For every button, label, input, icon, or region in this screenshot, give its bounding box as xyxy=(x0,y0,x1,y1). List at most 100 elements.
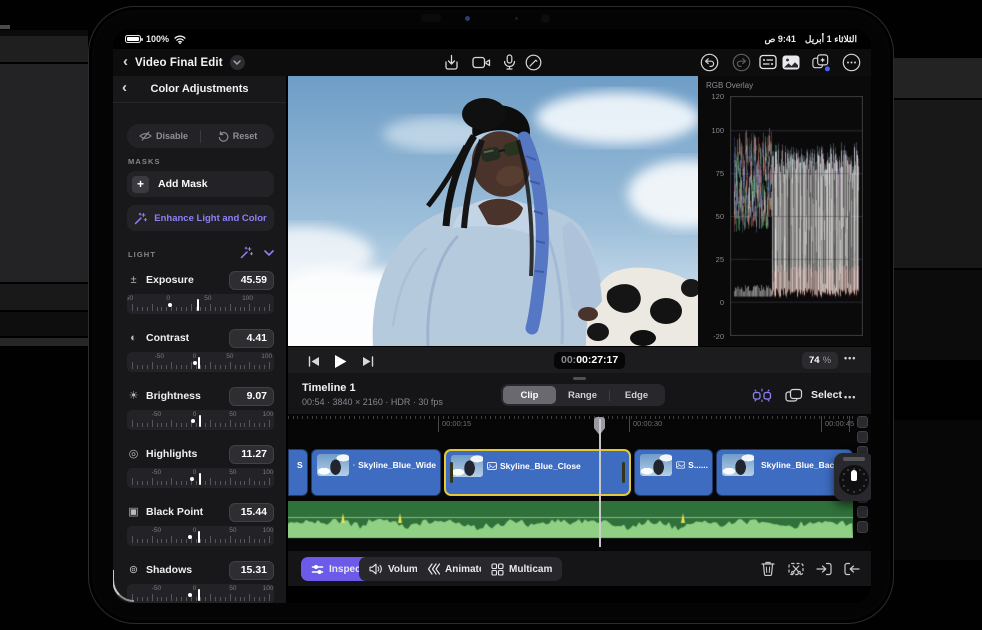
exposure-slider[interactable]: -50 0 50 100 xyxy=(127,294,274,314)
browser-icon[interactable] xyxy=(758,52,778,72)
tick xyxy=(229,420,231,427)
back-chevron-icon[interactable]: ‹ xyxy=(123,54,128,69)
ruler-tick xyxy=(537,416,539,419)
snapping-icon[interactable] xyxy=(752,385,772,405)
tick xyxy=(176,481,178,485)
zoom-slider-segment[interactable] xyxy=(857,416,868,428)
tick xyxy=(190,362,192,369)
ruler-tick xyxy=(302,416,304,419)
ruler-tick xyxy=(367,416,369,419)
skip-forward-icon[interactable] xyxy=(358,351,378,371)
highlights-slider[interactable]: -50 0 50 100 xyxy=(127,468,274,488)
tick xyxy=(249,362,251,369)
tick xyxy=(229,536,231,543)
clip-sk[interactable]: Sk...... xyxy=(288,449,308,496)
play-button[interactable] xyxy=(330,351,350,371)
trim-handle-right[interactable] xyxy=(622,462,625,483)
tick xyxy=(215,597,217,601)
ruler-tick xyxy=(372,416,374,419)
tick xyxy=(224,481,226,485)
mode-edge[interactable]: Edge xyxy=(610,386,663,404)
blade-icon[interactable] xyxy=(787,560,804,577)
exposure-value[interactable]: 45.59 xyxy=(229,270,274,290)
shadows-slider[interactable]: -50 0 50 100 xyxy=(127,584,274,603)
slider-handle[interactable] xyxy=(197,299,200,311)
tick xyxy=(224,539,226,543)
trash-icon[interactable] xyxy=(759,560,776,577)
overwrite-clip-icon[interactable] xyxy=(843,560,860,577)
reset-label: Reset xyxy=(232,131,258,141)
zoom-slider-segment[interactable] xyxy=(857,506,868,518)
viewer[interactable] xyxy=(288,76,698,346)
clip-skyline_blue_wide[interactable]: Skyline_Blue_Wide xyxy=(311,449,441,496)
auto-enhance-icon[interactable] xyxy=(240,246,253,259)
slider-handle[interactable] xyxy=(198,473,201,485)
add-mask-button[interactable]: + Add Mask xyxy=(127,171,274,197)
black-point-icon: ▣ xyxy=(128,505,139,518)
black-point-slider[interactable]: -50 0 50 100 xyxy=(127,526,274,546)
viewer-more-icon[interactable]: ••• xyxy=(844,353,856,363)
title-dropdown-button[interactable] xyxy=(229,55,245,70)
jog-wheel-panel[interactable] xyxy=(834,453,871,501)
plus-icon: + xyxy=(132,175,149,193)
slider-handle[interactable] xyxy=(198,415,201,427)
jog-dial[interactable] xyxy=(839,465,869,495)
effects-icon[interactable] xyxy=(811,52,831,72)
multicam-button[interactable]: Multicam xyxy=(481,557,563,581)
slider-handle[interactable] xyxy=(198,531,201,543)
tick xyxy=(210,304,212,311)
zoom-slider-segment[interactable] xyxy=(857,431,868,443)
ruler-tick xyxy=(339,416,341,419)
ruler-tick xyxy=(330,416,332,419)
select-tool-icon[interactable] xyxy=(784,385,804,405)
project-title[interactable]: Video Final Edit xyxy=(135,57,223,69)
import-icon[interactable] xyxy=(441,52,461,72)
zoom-slider-segment[interactable] xyxy=(857,521,868,533)
insert-clip-icon[interactable] xyxy=(815,560,832,577)
timeline-name[interactable]: Timeline 1 xyxy=(302,382,356,394)
camera-icon[interactable] xyxy=(471,52,491,72)
zoom-level-button[interactable]: 74% xyxy=(802,352,839,369)
disable-button[interactable]: Disable xyxy=(127,131,200,141)
shadows-value[interactable]: 15.31 xyxy=(229,560,274,580)
tick xyxy=(254,423,256,427)
undo-icon[interactable] xyxy=(699,52,719,72)
mic-icon[interactable] xyxy=(499,52,519,72)
timeline-more-icon[interactable]: ••• xyxy=(844,392,856,402)
black-point-value[interactable]: 15.44 xyxy=(229,502,274,522)
more-icon[interactable] xyxy=(841,52,861,72)
tick xyxy=(185,481,187,485)
highlights-value[interactable]: 11.27 xyxy=(229,444,274,464)
contrast-slider[interactable]: -50 0 50 100 xyxy=(127,352,274,372)
redo-icon[interactable] xyxy=(731,52,751,72)
timecode-value: 00:27:17 xyxy=(576,354,619,366)
clip-skyline_blue_close[interactable]: Skyline_Blue_Close xyxy=(444,449,631,496)
enhance-light-color-button[interactable]: Enhance Light and Color xyxy=(127,205,274,231)
ruler-tick xyxy=(527,416,529,419)
contrast-value[interactable]: 4.41 xyxy=(229,328,274,348)
clip-skyline_blue_background[interactable]: Skyline_Blue_Background xyxy=(716,449,853,496)
slider-handle[interactable] xyxy=(198,357,201,369)
skip-back-icon[interactable] xyxy=(304,351,324,371)
clip-s[interactable]: S...... xyxy=(634,449,713,496)
timeline-drag-handle[interactable] xyxy=(573,377,586,380)
tick xyxy=(249,478,251,485)
brightness-value[interactable]: 9.07 xyxy=(229,386,274,406)
pencil-icon[interactable] xyxy=(523,52,543,72)
timeline-ruler[interactable]: 00:00:15 00:00:30 00:00:45 xyxy=(288,416,854,433)
trim-handle-left[interactable] xyxy=(450,462,453,483)
brightness-slider[interactable]: -50 0 50 100 xyxy=(127,410,274,430)
jog-drag-handle[interactable] xyxy=(843,457,865,461)
mode-clip[interactable]: Clip xyxy=(503,386,556,404)
tick xyxy=(141,307,143,311)
collapse-chevron-icon[interactable] xyxy=(264,249,274,256)
reset-button[interactable]: Reset xyxy=(201,130,274,142)
select-label[interactable]: Select xyxy=(811,389,842,401)
audio-waveform-clip[interactable] xyxy=(288,501,853,541)
tick xyxy=(166,597,168,601)
ruler-tick xyxy=(476,416,477,419)
slider-handle[interactable] xyxy=(198,589,201,601)
ruler-tick xyxy=(776,416,778,419)
mode-range[interactable]: Range xyxy=(556,386,609,404)
media-icon[interactable] xyxy=(781,52,801,72)
